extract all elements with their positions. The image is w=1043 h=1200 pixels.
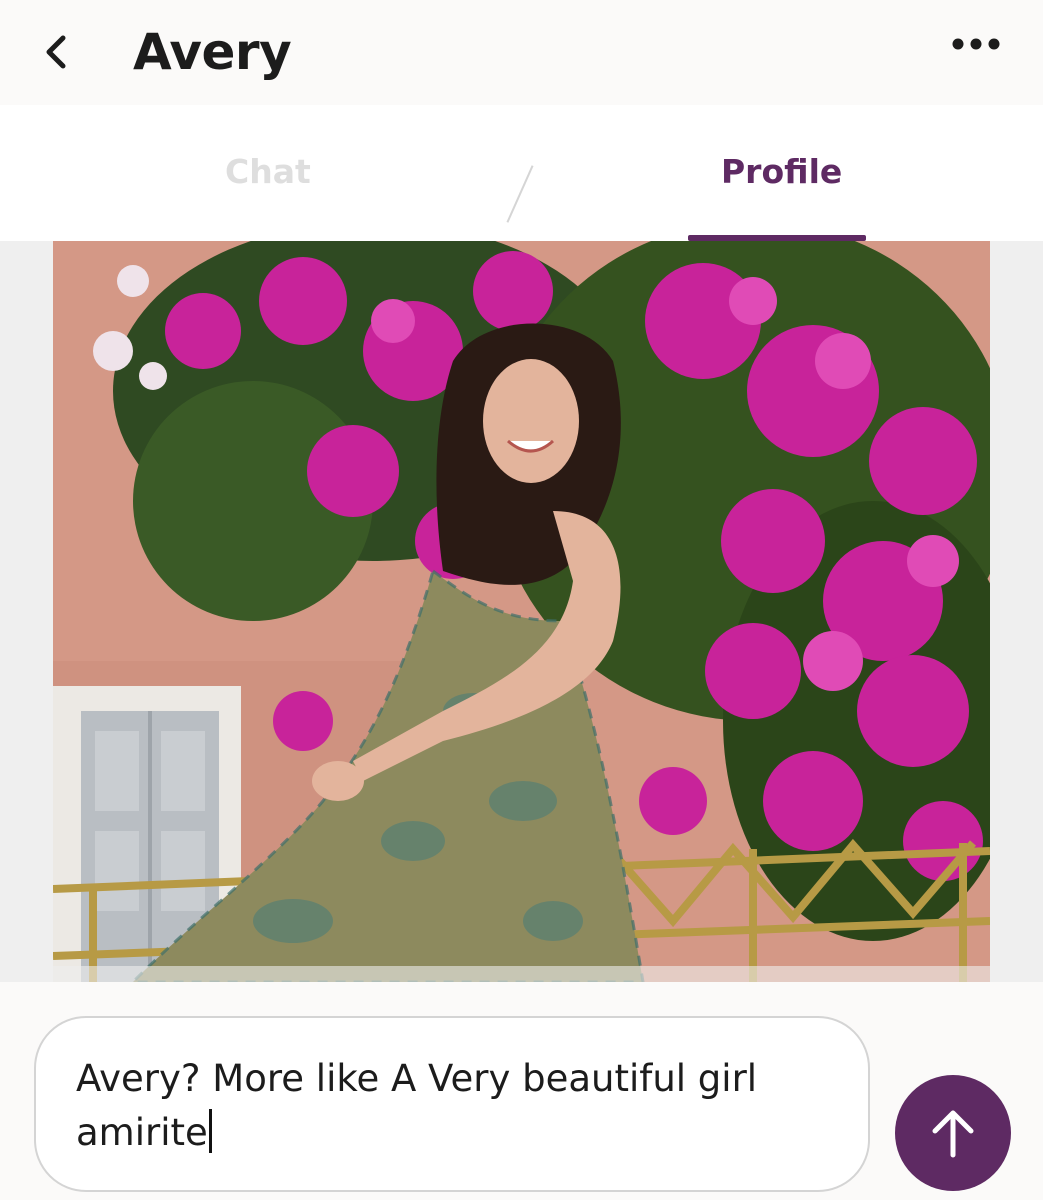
top-bar: Avery — [0, 0, 1043, 105]
arrow-up-icon — [932, 1110, 974, 1158]
chevron-left-icon — [46, 35, 66, 69]
tab-chat[interactable]: Chat — [225, 150, 311, 194]
more-horizontal-icon — [952, 38, 1000, 50]
more-options-button[interactable] — [940, 20, 1012, 68]
text-caret — [208, 1109, 212, 1153]
profile-photo-container — [0, 241, 1043, 982]
send-button[interactable] — [895, 1075, 1011, 1191]
message-composer: Avery? More like A Very beautiful girl a… — [0, 982, 1043, 1200]
tab-divider — [506, 165, 534, 223]
message-text: Avery? More like A Very beautiful girl a… — [76, 1057, 758, 1154]
conversation-title: Avery — [133, 23, 292, 81]
tab-bar: Chat Profile — [0, 105, 1043, 242]
message-input[interactable]: Avery? More like A Very beautiful girl a… — [34, 1016, 870, 1192]
tab-profile[interactable]: Profile — [721, 150, 842, 194]
profile-photo[interactable] — [53, 241, 990, 982]
back-button[interactable] — [28, 22, 84, 82]
chat-profile-screen: Avery Chat Profile Avery? More like A Ve… — [0, 0, 1043, 1200]
